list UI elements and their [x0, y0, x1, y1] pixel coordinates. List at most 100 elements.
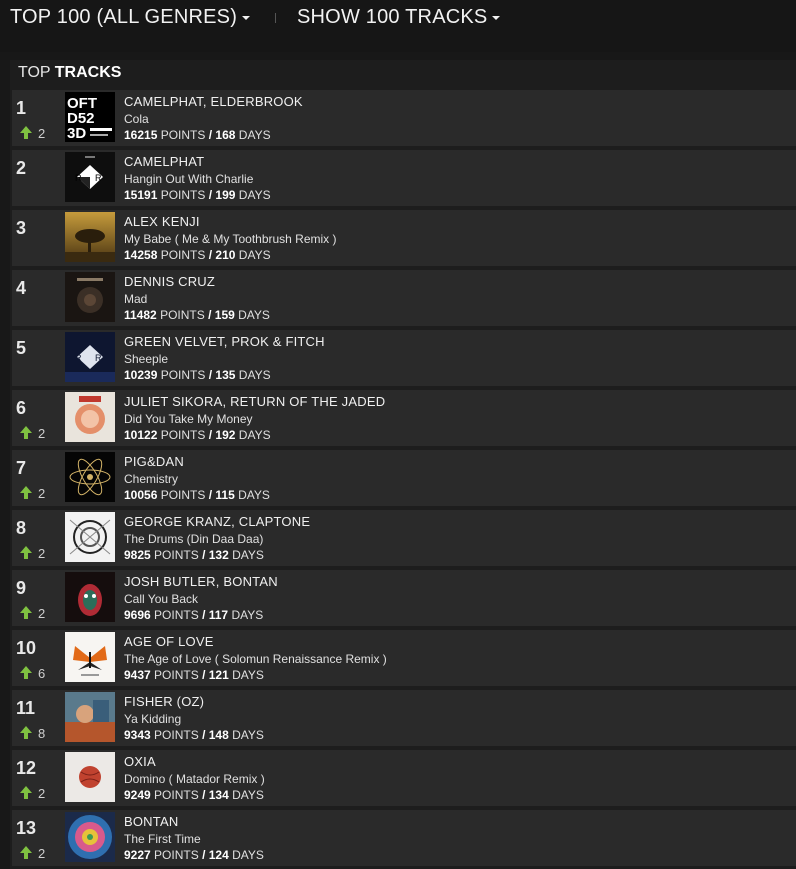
track-rank: 6 [16, 398, 27, 418]
track-stats: 9825 POINTS / 132 DAYS [124, 548, 310, 562]
track-info: OXIA Domino ( Matador Remix ) 9249 POINTS … [124, 754, 265, 802]
days-unit: DAYS [231, 608, 264, 622]
rank-change-value: 8 [38, 726, 46, 741]
track-title[interactable]: Did You Take My Money [124, 412, 385, 426]
track-row[interactable]: 1 2 OFT D52 3D CAMELPHAT, ELDERBROOK Cola 16215… [12, 90, 796, 146]
svg-text:R: R [75, 173, 82, 183]
track-artist[interactable]: GREEN VELVET, PROK & FITCH [124, 334, 325, 349]
rank-change: 6 [20, 666, 45, 681]
stats-separator: / [208, 128, 213, 142]
track-row[interactable]: 5 R R GREEN VELVET, PROK & FITCH Sheeple 1023… [12, 330, 796, 386]
dark-art[interactable] [65, 272, 115, 322]
track-row[interactable]: 3 ALEX KENJI My Babe ( Me & My Toothbrush … [12, 210, 796, 266]
track-days: 135 [215, 368, 236, 382]
track-artist[interactable]: CAMELPHAT [124, 154, 271, 169]
days-unit: DAYS [238, 308, 270, 322]
track-artist[interactable]: GEORGE KRANZ, CLAPTONE [124, 514, 310, 529]
track-title[interactable]: Sheeple [124, 352, 325, 366]
track-artist[interactable]: ALEX KENJI [124, 214, 337, 229]
track-title[interactable]: Domino ( Matador Remix ) [124, 772, 265, 786]
track-artist[interactable]: FISHER (OZ) [124, 694, 264, 709]
svg-text:R: R [95, 173, 102, 183]
track-title[interactable]: Ya Kidding [124, 712, 264, 726]
track-artist[interactable]: JOSH BUTLER, BONTAN [124, 574, 278, 589]
track-row[interactable]: 4 DENNIS CRUZ Mad 11482 POINTS / 159 DAYS [12, 270, 796, 326]
stats-separator: / [208, 488, 213, 502]
arrow-up-icon [20, 606, 32, 619]
track-artist[interactable]: AGE OF LOVE [124, 634, 387, 649]
track-points: 10239 [124, 368, 158, 382]
track-rank: 5 [16, 338, 27, 358]
track-row[interactable]: 2 R R CAMELPHAT Hangin Out With Charlie 15191… [12, 150, 796, 206]
track-title[interactable]: Cola [124, 112, 303, 126]
track-days: 124 [208, 848, 229, 862]
points-unit: POINTS [160, 188, 206, 202]
mosaic-art[interactable] [65, 812, 115, 862]
track-stats: 11482 POINTS / 159 DAYS [124, 308, 270, 322]
track-title[interactable]: Call You Back [124, 592, 278, 606]
track-info: PIG&DAN Chemistry 10056 POINTS / 115 DAYS [124, 454, 270, 502]
atom-art[interactable] [65, 452, 115, 502]
track-rank: 2 [16, 158, 27, 178]
track-row[interactable]: 8 2 GEORGE KRANZ, CLAPTONE The Drums (Din D… [12, 510, 796, 566]
track-points: 16215 [124, 128, 158, 142]
track-artist[interactable]: BONTAN [124, 814, 264, 829]
rank-change: 2 [20, 606, 45, 621]
heading-prefix: TOP [18, 64, 51, 81]
points-unit: POINTS [154, 788, 199, 802]
track-rank: 4 [16, 278, 27, 298]
track-title[interactable]: Chemistry [124, 472, 270, 486]
tree-art[interactable] [65, 212, 115, 262]
rank-change-value: 2 [38, 846, 46, 861]
genre-dropdown[interactable]: TOP 100 (ALL GENRES) [10, 6, 251, 29]
track-row[interactable]: 9 2 JOSH BUTLER, BONTAN Call You Back 9696 P… [12, 570, 796, 626]
stats-separator: / [208, 308, 212, 322]
track-artist[interactable]: CAMELPHAT, ELDERBROOK [124, 94, 303, 109]
track-info: GEORGE KRANZ, CLAPTONE The Drums (Din Daa… [124, 514, 310, 562]
track-artist[interactable]: PIG&DAN [124, 454, 270, 469]
days-unit: DAYS [232, 668, 264, 682]
track-points: 11482 [124, 308, 157, 322]
track-points: 14258 [124, 248, 158, 262]
track-row[interactable]: 10 6 AGE OF LOVE The Age of Love ( Solomun … [12, 630, 796, 686]
track-rank: 1 [16, 98, 27, 118]
track-count-dropdown[interactable]: SHOW 100 TRACKS [297, 6, 501, 29]
cola-art[interactable]: OFT D52 3D [65, 92, 115, 142]
track-stats: 9227 POINTS / 124 DAYS [124, 848, 264, 862]
track-row[interactable]: 13 2 BONTAN The First Time 9227 POINTS / 124… [12, 810, 796, 866]
points-unit: POINTS [160, 368, 206, 382]
rank-change-value: 2 [38, 606, 46, 621]
track-row[interactable]: 7 2 PIG&DAN Chemistry 10056 POINTS / 115 DAY… [12, 450, 796, 506]
ball-art[interactable] [65, 752, 115, 802]
rr-art[interactable]: RR [65, 152, 115, 202]
stats-separator: / [208, 368, 213, 382]
track-artist[interactable]: OXIA [124, 754, 265, 769]
track-row[interactable]: 6 2 JULIET SIKORA, RETURN OF THE JADED Did … [12, 390, 796, 446]
rank-change: 2 [20, 846, 45, 861]
butterfly-art[interactable] [65, 632, 115, 682]
track-rank: 12 [16, 758, 37, 778]
sketch-art[interactable] [65, 512, 115, 562]
track-artist[interactable]: DENNIS CRUZ [124, 274, 270, 289]
track-row[interactable]: 12 2 OXIA Domino ( Matador Remix ) 9249 POIN… [12, 750, 796, 806]
stats-separator: / [202, 788, 206, 802]
face-art[interactable] [65, 392, 115, 442]
track-row[interactable]: 11 8 FISHER (OZ) Ya Kidding 9343 POINTS / 14… [12, 690, 796, 746]
track-title[interactable]: Hangin Out With Charlie [124, 172, 271, 186]
mask-art[interactable] [65, 572, 115, 622]
days-unit: DAYS [238, 488, 270, 502]
rr-blue-art[interactable]: RR [65, 332, 115, 382]
arrow-up-icon [20, 666, 32, 679]
track-days: 115 [215, 488, 235, 502]
track-info: JOSH BUTLER, BONTAN Call You Back 9696 POI… [124, 574, 278, 622]
track-title[interactable]: Mad [124, 292, 270, 306]
track-title[interactable]: The Age of Love ( Solomun Renaissance Re… [124, 652, 387, 666]
track-artist[interactable]: JULIET SIKORA, RETURN OF THE JADED [124, 394, 385, 409]
stats-separator: / [202, 608, 206, 622]
track-days: 199 [215, 188, 236, 202]
track-title[interactable]: The Drums (Din Daa Daa) [124, 532, 310, 546]
track-rank: 3 [16, 218, 27, 238]
track-title[interactable]: The First Time [124, 832, 264, 846]
track-title[interactable]: My Babe ( Me & My Toothbrush Remix ) [124, 232, 337, 246]
painting-art[interactable] [65, 692, 115, 742]
